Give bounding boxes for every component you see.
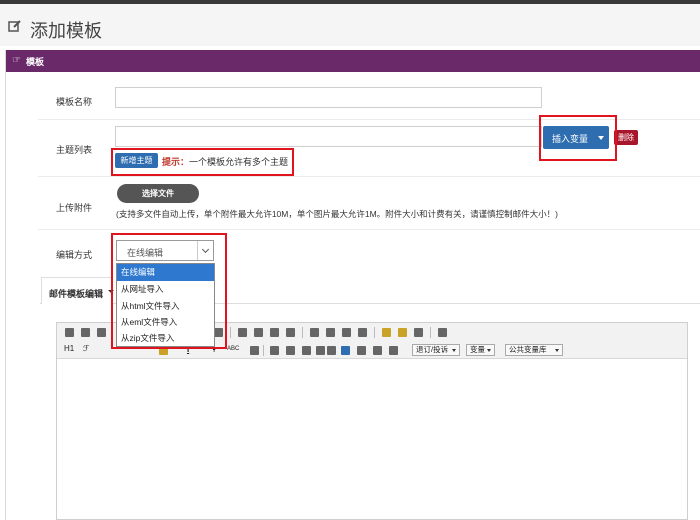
align-left-icon[interactable] — [238, 328, 247, 337]
public-vars-label: 公共变量库 — [509, 345, 547, 354]
align-center-icon[interactable] — [254, 328, 263, 337]
template-name-input[interactable] — [115, 87, 542, 108]
align-justify-icon[interactable] — [286, 328, 295, 337]
topic-list-label: 主题列表 — [56, 145, 93, 155]
select-icon[interactable] — [414, 328, 423, 337]
align-right-icon[interactable] — [270, 328, 279, 337]
subscribe-dropdown[interactable]: 退订/投诉 — [412, 344, 460, 356]
template-icon[interactable] — [97, 328, 106, 337]
public-vars-dropdown[interactable]: 公共变量库 — [505, 344, 563, 356]
page-header: 添加模板 — [0, 4, 700, 46]
heading-button[interactable]: H1 — [64, 344, 74, 353]
unlink-icon[interactable] — [316, 346, 325, 355]
panel-header: ☞ 模板 — [6, 50, 700, 72]
preview-icon[interactable] — [81, 328, 90, 337]
highlight-icon[interactable] — [382, 328, 391, 337]
source-icon[interactable] — [65, 328, 74, 337]
ordered-list-icon[interactable] — [310, 328, 319, 337]
special-char-icon[interactable] — [389, 346, 398, 355]
subscribe-label: 退订/投诉 — [416, 345, 449, 354]
edit-icon — [8, 20, 21, 32]
tab-template-edit[interactable]: 邮件模板编辑 — [41, 277, 114, 304]
separator — [430, 327, 431, 338]
variable-label: 变量 — [470, 345, 485, 354]
separator — [374, 327, 375, 338]
divider — [38, 229, 700, 230]
variable-dropdown[interactable]: 变量 — [466, 344, 495, 356]
hr-icon[interactable] — [357, 346, 366, 355]
separator — [263, 345, 264, 356]
template-name-label: 模板名称 — [56, 97, 93, 107]
annotation-box — [111, 233, 227, 349]
flash-icon[interactable] — [286, 346, 295, 355]
topic-input[interactable] — [115, 126, 542, 147]
page-title: 添加模板 — [30, 21, 102, 41]
outdent-icon[interactable] — [342, 328, 351, 337]
anchor-icon[interactable] — [373, 346, 382, 355]
hand-pointer-icon: ☞ — [12, 55, 21, 66]
edit-mode-label: 编辑方式 — [56, 250, 93, 260]
format-painter-icon[interactable] — [398, 328, 407, 337]
grid-icon[interactable] — [438, 328, 447, 337]
image-icon[interactable] — [270, 346, 279, 355]
link-icon[interactable] — [302, 346, 311, 355]
annotation-box — [539, 115, 617, 161]
attachment-icon[interactable] — [327, 346, 336, 355]
caret-down-icon — [452, 349, 456, 352]
caret-down-icon — [555, 349, 559, 352]
font-button[interactable]: ℱ — [83, 344, 89, 353]
separator — [230, 327, 231, 338]
indent-icon[interactable] — [358, 328, 367, 337]
upload-label: 上传附件 — [56, 203, 93, 213]
annotation-box — [111, 148, 294, 176]
delete-button[interactable]: 删除 — [614, 130, 638, 145]
caret-down-icon — [487, 349, 491, 352]
divider — [38, 176, 700, 177]
media-icon[interactable] — [341, 346, 350, 355]
unordered-list-icon[interactable] — [326, 328, 335, 337]
upload-note: (支持多文件自动上传，单个附件最大允许10M，单个图片最大允许1M。附件大小和计… — [116, 209, 559, 219]
choose-file-button[interactable]: 选择文件 — [117, 184, 199, 203]
eraser-icon[interactable] — [250, 346, 259, 355]
spellcheck-icon[interactable]: ABC — [227, 346, 239, 352]
panel-title: 模板 — [26, 57, 45, 67]
tab-label: 邮件模板编辑 — [49, 289, 104, 299]
separator — [302, 327, 303, 338]
rich-text-editor[interactable]: H1 ℱ I I ABC 退订/投诉 变量 公共变量库 — [56, 322, 688, 520]
